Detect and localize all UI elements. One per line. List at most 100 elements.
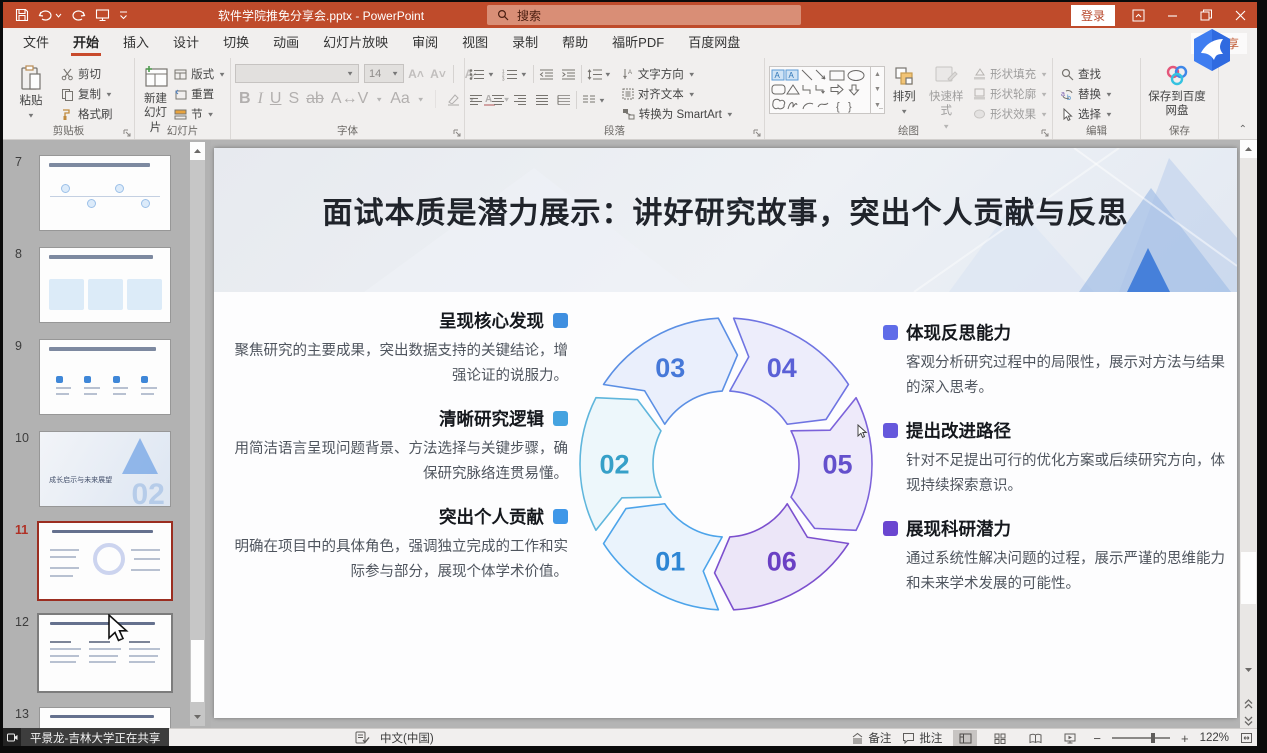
slide-thumbnail-13[interactable] bbox=[39, 707, 171, 728]
collapse-ribbon-icon[interactable]: ⌃ bbox=[1239, 124, 1247, 135]
quick-styles-button[interactable]: 快速样式 ▼ bbox=[923, 62, 969, 132]
strikethrough-icon[interactable]: ab bbox=[306, 90, 324, 108]
slide-thumbnail-11[interactable] bbox=[37, 521, 173, 601]
slide-canvas[interactable]: 面试本质是潜力展示：讲好研究故事，突出个人贡献与反思 呈现核心发现聚焦研究的主要… bbox=[211, 140, 1240, 728]
minimize-button[interactable] bbox=[1155, 2, 1189, 28]
text-direction-button[interactable]: A 文字方向▼ bbox=[622, 66, 734, 82]
increase-indent-icon[interactable] bbox=[561, 68, 576, 81]
slide-editor[interactable]: 面试本质是潜力展示：讲好研究故事，突出个人贡献与反思 呈现核心发现聚焦研究的主要… bbox=[214, 148, 1237, 718]
slide-sorter-view-button[interactable] bbox=[988, 730, 1012, 747]
scroll-down-icon[interactable] bbox=[1240, 661, 1257, 679]
tab-切换[interactable]: 切换 bbox=[211, 26, 261, 58]
reset-button[interactable]: 重置 bbox=[174, 86, 226, 102]
slide-point-呈现核心发现[interactable]: 呈现核心发现聚焦研究的主要成果，突出数据支持的关键结论，增强论证的说服力。 bbox=[234, 308, 568, 389]
shapes-more-icon[interactable]: ▼̲ bbox=[871, 98, 884, 113]
decrease-indent-icon[interactable] bbox=[539, 68, 554, 81]
shape-effects-button[interactable]: 形状效果▼ bbox=[973, 106, 1048, 122]
signin-button[interactable]: 登录 bbox=[1071, 5, 1115, 26]
paste-button[interactable]: 粘贴 ▼ bbox=[7, 62, 55, 121]
underline-icon[interactable]: U bbox=[270, 90, 282, 108]
align-text-button[interactable]: 对齐文本▼ bbox=[622, 86, 734, 102]
slide-point-体现反思能力[interactable]: 体现反思能力客观分析研究过程中的局限性，展示对方法与结果的深入思考。 bbox=[883, 320, 1225, 401]
tab-百度网盘[interactable]: 百度网盘 bbox=[676, 26, 752, 58]
highlight-color-icon[interactable] bbox=[446, 93, 461, 106]
zoom-slider[interactable] bbox=[1112, 737, 1170, 739]
tab-动画[interactable]: 动画 bbox=[261, 26, 311, 58]
thumb-scroll-thumb[interactable] bbox=[191, 640, 204, 702]
slide-thumbnail-12[interactable] bbox=[37, 613, 173, 693]
justify-icon[interactable] bbox=[535, 94, 549, 106]
tab-文件[interactable]: 文件 bbox=[11, 26, 61, 58]
language-indicator[interactable]: 中文(中国) bbox=[380, 730, 434, 746]
shapes-scroll-up-icon[interactable]: ▲ bbox=[871, 67, 884, 82]
slide-point-提出改进路径[interactable]: 提出改进路径针对不足提出可行的优化方案或后续研究方向，体现持续探索意识。 bbox=[883, 418, 1225, 499]
shapes-gallery[interactable]: A A { } bbox=[769, 66, 885, 114]
slide-thumbnail-10[interactable]: 成长启示与未来展望02 bbox=[39, 431, 171, 507]
zoom-level[interactable]: 122% bbox=[1200, 732, 1229, 744]
line-spacing-icon[interactable] bbox=[587, 68, 602, 81]
format-painter-button[interactable]: 格式刷 bbox=[61, 106, 113, 122]
save-icon[interactable] bbox=[15, 8, 29, 22]
slide-thumbnail-9[interactable] bbox=[39, 339, 171, 415]
thumb-scroll-down-icon[interactable] bbox=[190, 708, 205, 726]
shape-outline-button[interactable]: 形状轮廓▼ bbox=[973, 86, 1048, 102]
italic-icon[interactable]: I bbox=[258, 90, 263, 108]
clipboard-dialog-launcher-icon[interactable] bbox=[123, 129, 131, 137]
shrink-font-icon[interactable]: A˅ bbox=[428, 64, 448, 83]
zoom-in-icon[interactable]: + bbox=[1181, 731, 1189, 746]
scroll-up-icon[interactable] bbox=[1240, 140, 1257, 158]
select-button[interactable]: 选择▼ bbox=[1061, 106, 1113, 122]
slide-title[interactable]: 面试本质是潜力展示：讲好研究故事，突出个人贡献与反思 bbox=[214, 188, 1237, 232]
reading-view-button[interactable] bbox=[1023, 730, 1047, 747]
shadow-icon[interactable]: S bbox=[288, 90, 299, 108]
tab-帮助[interactable]: 帮助 bbox=[550, 26, 600, 58]
fit-to-window-icon[interactable] bbox=[1240, 732, 1253, 744]
slideshow-icon[interactable] bbox=[95, 8, 110, 22]
comments-button[interactable]: 批注 bbox=[902, 730, 942, 746]
customize-qat-icon[interactable] bbox=[119, 11, 128, 20]
replace-button[interactable]: ab 替换▼ bbox=[1061, 86, 1113, 102]
tab-幻灯片放映[interactable]: 幻灯片放映 bbox=[311, 26, 400, 58]
bold-icon[interactable]: B bbox=[239, 90, 251, 108]
paragraph-dialog-launcher-icon[interactable] bbox=[753, 129, 761, 137]
numbering-icon[interactable]: 123 bbox=[502, 68, 518, 81]
previous-slide-icon[interactable] bbox=[1240, 696, 1257, 712]
ribbon-display-options-icon[interactable] bbox=[1121, 2, 1155, 28]
slide-thumbnail-8[interactable] bbox=[39, 247, 171, 323]
section-button[interactable]: 节▼ bbox=[174, 106, 226, 122]
slide-point-展现科研潜力[interactable]: 展现科研潜力通过系统性解决问题的过程，展示严谨的思维能力和未来学术发展的可能性。 bbox=[883, 516, 1225, 597]
distribute-icon[interactable] bbox=[557, 94, 571, 106]
convert-smartart-button[interactable]: 转换为 SmartArt▼ bbox=[622, 106, 734, 122]
zoom-slider-thumb[interactable] bbox=[1151, 733, 1155, 743]
thumb-scroll-up-icon[interactable] bbox=[190, 142, 205, 160]
slide-point-清晰研究逻辑[interactable]: 清晰研究逻辑用简洁语言呈现问题背景、方法选择与关键步骤，确保研究脉络连贯易懂。 bbox=[234, 406, 568, 487]
normal-view-button[interactable] bbox=[953, 730, 977, 747]
font-dialog-launcher-icon[interactable] bbox=[453, 129, 461, 137]
cycle-diagram[interactable]: 010203040506 bbox=[561, 299, 891, 629]
slide-thumbnail-7[interactable] bbox=[39, 155, 171, 231]
align-left-icon[interactable] bbox=[469, 94, 483, 106]
undo-icon[interactable] bbox=[38, 8, 62, 22]
search-input[interactable]: 搜索 bbox=[487, 5, 801, 25]
tab-录制[interactable]: 录制 bbox=[500, 26, 550, 58]
font-name-select[interactable]: ▼ bbox=[235, 64, 359, 83]
change-case-icon[interactable]: Aa bbox=[390, 90, 410, 108]
close-button[interactable] bbox=[1223, 2, 1257, 28]
slideshow-view-button[interactable] bbox=[1058, 730, 1082, 747]
bullets-icon[interactable] bbox=[469, 68, 485, 81]
tab-开始[interactable]: 开始 bbox=[61, 26, 111, 58]
arrange-button[interactable]: 排列 ▼ bbox=[885, 62, 923, 117]
shapes-scroll-down-icon[interactable]: ▼ bbox=[871, 82, 884, 97]
tab-设计[interactable]: 设计 bbox=[161, 26, 211, 58]
character-spacing-icon[interactable]: A↔V bbox=[331, 90, 368, 108]
notes-button[interactable]: 备注 bbox=[851, 730, 891, 746]
copy-button[interactable]: 复制 ▼ bbox=[61, 86, 113, 102]
scroll-thumb[interactable] bbox=[1241, 552, 1256, 604]
redo-icon[interactable] bbox=[71, 8, 86, 22]
shape-fill-button[interactable]: 形状填充▼ bbox=[973, 66, 1048, 82]
find-button[interactable]: 查找 bbox=[1061, 66, 1113, 82]
tab-福昕PDF[interactable]: 福昕PDF bbox=[600, 26, 676, 58]
align-right-icon[interactable] bbox=[513, 94, 527, 106]
spell-check-icon[interactable] bbox=[355, 731, 370, 744]
tab-视图[interactable]: 视图 bbox=[450, 26, 500, 58]
